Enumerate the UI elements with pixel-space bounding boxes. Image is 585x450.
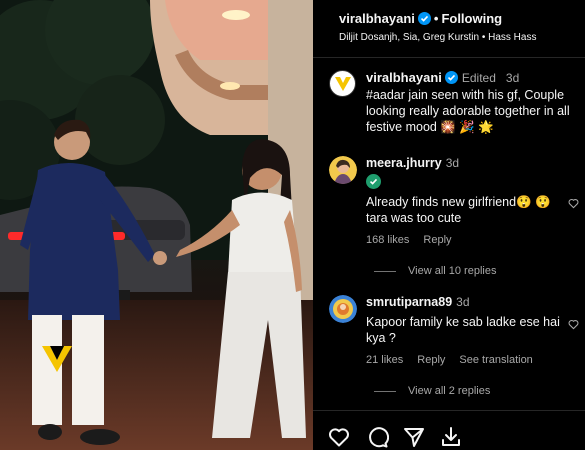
verified-badge-icon <box>444 71 458 84</box>
comment-time: 3d <box>445 156 460 170</box>
header-username[interactable]: viralbhayani <box>339 11 415 26</box>
reply-button[interactable]: Reply <box>417 354 445 366</box>
comment-text: Already finds new girlfriend😲 😲 tara was… <box>366 194 576 226</box>
comment-meta: 21 likes Reply See translation <box>366 354 547 366</box>
audio-track-link[interactable]: Diljit Dosanjh, Sia, Greg Kurstin • Hass… <box>339 32 536 43</box>
viral-logo-icon <box>335 77 351 91</box>
avatar[interactable] <box>329 70 356 97</box>
comment-icon[interactable] <box>365 425 390 449</box>
heart-icon[interactable] <box>327 425 351 449</box>
separator-dot: • <box>433 11 439 26</box>
post-header: viralbhayani • Following Diljit Dosanjh, S… <box>313 0 585 58</box>
comment-header: meera.jhurry 3d <box>366 156 459 170</box>
comment-username[interactable]: meera.jhurry <box>366 156 442 170</box>
reply-button[interactable]: Reply <box>423 234 451 246</box>
comment-likes[interactable]: 21 likes <box>366 354 403 366</box>
caption-header: viralbhayani Edited 3d <box>366 70 519 85</box>
check-badge-icon <box>366 174 381 189</box>
edited-label: Edited <box>461 71 496 85</box>
following-button[interactable]: Following <box>441 11 502 26</box>
photo-scene <box>0 0 313 450</box>
comment-text-line: tara was too cute <box>366 211 462 225</box>
share-icon[interactable] <box>402 425 426 449</box>
caption-text: #aadar jain seen with his gf, Couple loo… <box>366 88 570 134</box>
verified-badge-icon <box>417 12 431 25</box>
view-replies-button[interactable]: View all 10 replies <box>408 265 496 277</box>
caption-username[interactable]: viralbhayani <box>366 70 442 85</box>
avatar[interactable] <box>329 295 357 323</box>
view-replies-button[interactable]: View all 2 replies <box>408 385 490 397</box>
comment-header: smrutiparna89 3d <box>366 295 470 309</box>
see-translation-button[interactable]: See translation <box>459 354 532 366</box>
action-bar <box>313 410 585 450</box>
comment-username[interactable]: smrutiparna89 <box>366 295 452 309</box>
save-icon[interactable] <box>439 425 463 449</box>
header-user-row: viralbhayani • Following <box>339 11 502 26</box>
comment-time: 3d <box>456 295 470 309</box>
post-image[interactable] <box>0 0 313 450</box>
watermark-logo-icon <box>40 342 74 374</box>
comment-likes[interactable]: 168 likes <box>366 234 409 246</box>
comment-text-line: Already finds new girlfriend😲 😲 <box>366 195 551 209</box>
post-panel: viralbhayani • Following Diljit Dosanjh, S… <box>313 0 585 450</box>
caption-time: 3d <box>505 71 520 85</box>
comment-text: Kapoor family ke sab ladke ese hai kya ? <box>366 315 560 345</box>
comment-meta: 168 likes Reply <box>366 234 466 246</box>
avatar[interactable] <box>329 156 357 184</box>
